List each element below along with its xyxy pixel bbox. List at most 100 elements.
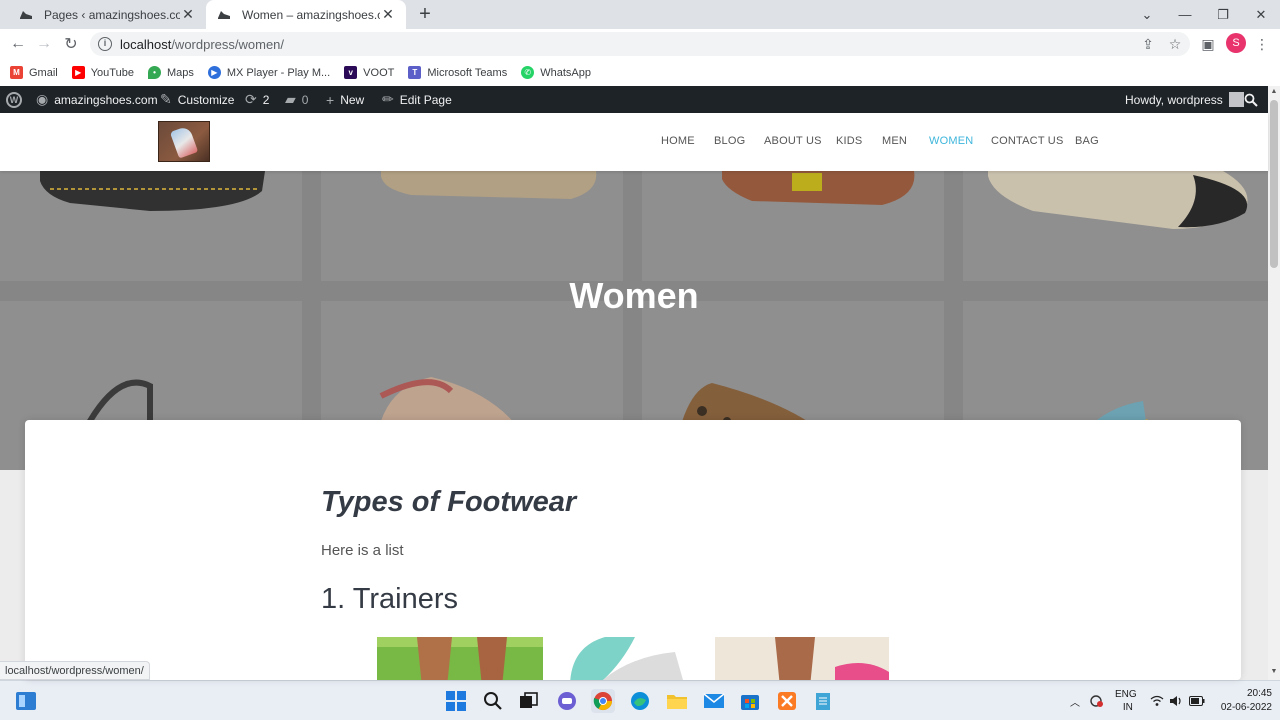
user-avatar [1228,92,1244,107]
bookmark-mxplayer[interactable]: ▶ MX Player - Play M... [207,66,330,79]
link-status-bubble: localhost/wordpress/women/ [0,661,150,680]
content-heading: Types of Footwear [321,486,577,518]
bookmarks-bar: M Gmail ▶ YouTube • Maps ▶ MX Player - Play … [0,59,1280,86]
reload-icon[interactable]: ↻ [61,34,81,54]
mail-icon[interactable] [702,689,726,713]
nav-women[interactable]: WOMEN [929,135,973,147]
mxplayer-icon: ▶ [207,66,221,79]
battery-icon[interactable] [1189,681,1205,720]
nav-about-us[interactable]: ABOUT US [764,135,822,147]
store-icon[interactable] [738,689,762,713]
tray-security-icon[interactable] [1090,681,1104,720]
list-heading: 1. Trainers [321,583,458,615]
bookmark-gmail[interactable]: M Gmail [10,66,58,79]
plus-icon: + [326,91,335,108]
tab-search-chevron-icon[interactable]: ⌄ [1128,0,1166,29]
chrome-icon[interactable] [591,689,615,713]
nav-home[interactable]: HOME [661,135,695,147]
chat-icon[interactable] [555,689,579,713]
nav-bag[interactable]: BAG [1075,135,1099,147]
side-panel-icon[interactable]: ▣ [1198,34,1218,54]
admin-account[interactable]: Howdy, wordpress [1125,86,1244,113]
search-icon[interactable] [481,689,505,713]
new-tab-button[interactable]: + [414,3,436,25]
language-indicator[interactable]: ENG IN [1115,681,1137,720]
site-logo[interactable] [158,121,210,162]
trainer-image [565,637,701,680]
nav-blog[interactable]: BLOG [714,135,745,147]
widgets-icon[interactable] [14,689,38,713]
maps-icon: • [147,66,161,79]
close-window-icon[interactable]: ✕ [1242,0,1280,29]
admin-edit-page[interactable]: ✏ Edit Page [382,86,452,113]
teams-icon: T [408,66,422,79]
bookmark-teams[interactable]: T Microsoft Teams [408,66,507,79]
menu-kebab-icon[interactable]: ⋮ [1252,34,1272,54]
admin-new[interactable]: + New [326,86,364,113]
nav-men[interactable]: MEN [882,135,907,147]
address-bar[interactable]: i localhost/wordpress/women/ [90,32,1190,56]
updates-icon: ⟳ [245,91,257,107]
restore-icon[interactable]: ❐ [1204,0,1242,29]
page-title: Women [569,275,699,316]
url-host: localhost [120,36,172,52]
bookmark-whatsapp[interactable]: ✆ WhatsApp [521,66,591,79]
edge-icon[interactable] [628,689,652,713]
url-path: /wordpress/women/ [171,36,285,52]
dashboard-icon: ◉ [36,91,49,107]
admin-comments[interactable]: ▰ 0 [285,86,308,113]
brush-icon: ✎ [160,91,172,107]
shoe-favicon-icon [216,7,232,23]
admin-updates[interactable]: ⟳ 2 [245,86,269,113]
volume-icon[interactable] [1169,681,1183,720]
start-icon[interactable] [444,689,468,713]
tab-pages[interactable]: Pages ‹ amazingshoes.com — W ✕ [8,0,206,29]
close-tab-icon[interactable]: ✕ [380,6,396,23]
tab-title: Pages ‹ amazingshoes.com — W [44,7,180,22]
wordpress-logo-icon: W [6,91,22,108]
file-explorer-icon[interactable] [665,689,689,713]
admin-search-icon[interactable] [1244,86,1258,113]
voot-icon: v [344,66,358,79]
scroll-thumb[interactable] [1270,100,1278,268]
nav-contact-us[interactable]: CONTACT US [991,135,1064,147]
profile-avatar[interactable]: S [1226,33,1246,53]
notepad-icon[interactable] [811,689,835,713]
scroll-down-icon[interactable]: ▼ [1270,668,1278,675]
system-clock[interactable]: 20:45 02-06-2022 [1212,687,1272,715]
bookmark-voot[interactable]: v VOOT [344,66,394,79]
xampp-icon[interactable] [775,689,799,713]
scroll-up-icon[interactable]: ▲ [1270,88,1278,95]
admin-customize[interactable]: ✎ Customize [160,86,234,113]
comment-icon: ▰ [285,91,296,107]
admin-site-name[interactable]: ◉ amazingshoes.com [36,86,158,113]
tab-women[interactable]: Women – amazingshoes.com ✕ [206,0,406,29]
site-header: HOME BLOG ABOUT US KIDS MEN WOMEN CONTAC… [0,113,1268,171]
content-card: Types of Footwear Here is a list 1. Trai… [25,420,1241,680]
task-view-icon[interactable] [517,689,541,713]
bookmark-star-icon[interactable]: ☆ [1165,34,1185,54]
back-icon[interactable]: ← [8,34,28,54]
pencil-icon: ✏ [382,91,394,107]
trainer-image [715,637,889,680]
windows-taskbar: ︿ ENG IN 20:45 02-06-2022 [0,680,1280,720]
wp-logo-button[interactable]: W [6,86,22,113]
share-icon[interactable]: ⇪ [1138,34,1158,54]
forward-icon[interactable]: → [34,34,54,54]
wifi-icon[interactable] [1150,681,1164,720]
minimize-icon[interactable]: — [1166,0,1204,29]
whatsapp-icon: ✆ [521,66,535,79]
bookmark-youtube[interactable]: ▶ YouTube [71,66,134,79]
trainer-image [377,637,543,680]
page-scrollbar[interactable]: ▲ ▼ [1268,86,1280,680]
tab-strip: Pages ‹ amazingshoes.com — W ✕ Women – a… [0,0,1280,29]
browser-toolbar: ← → ↻ i localhost/wordpress/women/ ⇪ ☆ ▣… [0,29,1280,59]
bookmark-maps[interactable]: • Maps [147,66,194,79]
tray-overflow-chevron-icon[interactable]: ︿ [1070,681,1080,720]
wp-admin-bar: W ◉ amazingshoes.com ✎ Customize ⟳ 2 ▰ 0 + Ne… [0,86,1268,113]
content-intro: Here is a list [321,542,404,559]
nav-kids[interactable]: KIDS [836,135,862,147]
site-info-icon[interactable]: i [98,37,112,51]
close-tab-icon[interactable]: ✕ [180,6,196,23]
youtube-icon: ▶ [71,66,85,79]
